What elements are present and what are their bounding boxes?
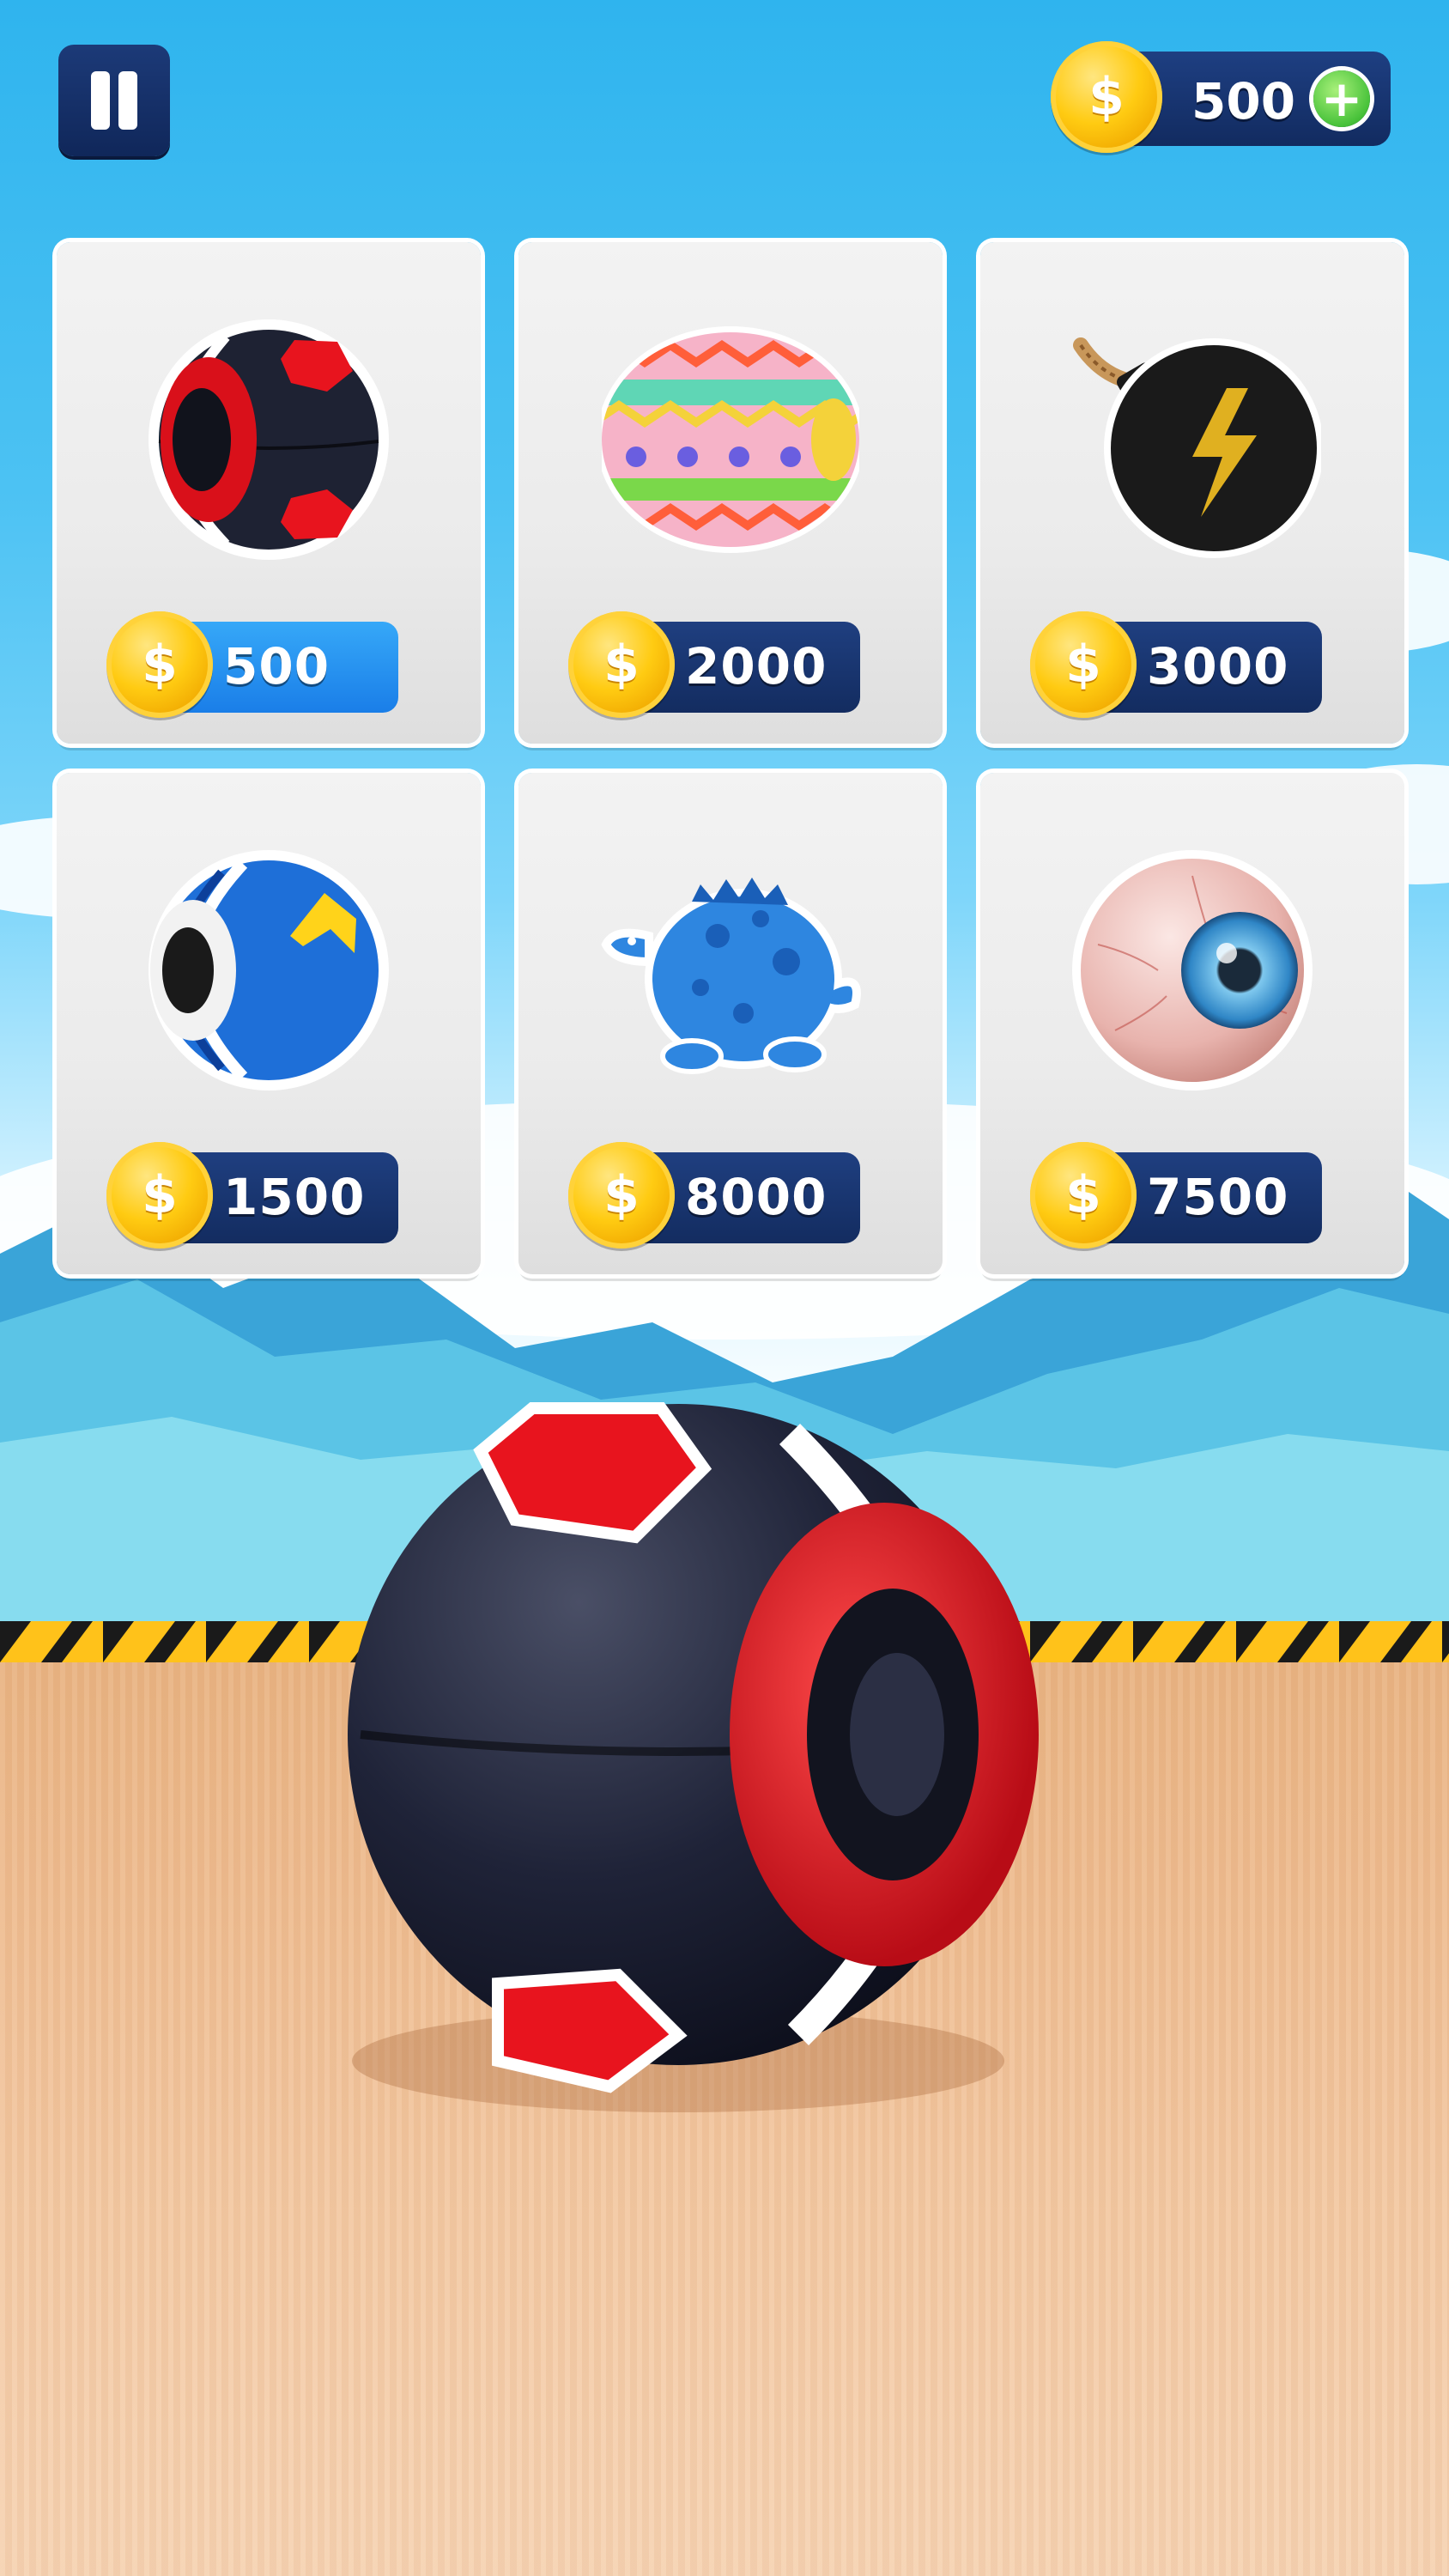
shop-item-black-red-ball[interactable]: $ 500 — [57, 242, 481, 744]
shop-item-blue-yellow-ball[interactable]: $ 1500 — [57, 773, 481, 1274]
price-tag: $ 8000 — [568, 1142, 860, 1249]
shop-item-easter-egg-ball[interactable]: $ 2000 — [518, 242, 943, 744]
price-tag: $ 1500 — [106, 1142, 398, 1249]
eyeball-icon — [1072, 850, 1313, 1091]
price-value: 8000 — [685, 1168, 828, 1226]
easter-egg-icon — [602, 326, 859, 553]
price-value: 7500 — [1147, 1168, 1289, 1226]
price-value: 3000 — [1147, 637, 1289, 696]
coin-balance: 500 — [1191, 72, 1296, 131]
selected-ball-preview — [348, 1402, 1039, 2112]
price-value: 2000 — [685, 637, 828, 696]
coin-icon: $ — [106, 611, 213, 718]
coin-icon: $ — [1030, 1142, 1137, 1249]
price-value: 1500 — [223, 1168, 366, 1226]
shop-item-dinosaur-ball[interactable]: $ 8000 — [518, 773, 943, 1274]
dinosaur-icon — [601, 878, 861, 1074]
coin-icon: $ — [1030, 611, 1137, 718]
pause-icon — [91, 71, 110, 130]
add-coins-button[interactable]: + — [1313, 70, 1370, 127]
coin-icon: $ — [1051, 41, 1162, 153]
bomb-icon — [1073, 337, 1321, 558]
coin-icon: $ — [568, 611, 675, 718]
shop-item-bomb-ball[interactable]: $ 3000 — [980, 242, 1404, 744]
price-tag: $ 7500 — [1030, 1142, 1322, 1249]
price-tag: $ 500 — [106, 611, 398, 718]
price-value: 500 — [223, 637, 330, 696]
price-tag: $ 2000 — [568, 611, 860, 718]
coin-balance-panel: $ 500 + — [1051, 41, 1391, 153]
blue-yellow-ball-icon — [149, 850, 389, 1091]
black-red-ball-icon — [149, 319, 389, 560]
coin-icon: $ — [106, 1142, 213, 1249]
price-tag: $ 3000 — [1030, 611, 1322, 718]
coin-icon: $ — [568, 1142, 675, 1249]
pause-button[interactable] — [58, 45, 170, 156]
shop-item-eyeball-ball[interactable]: $ 7500 — [980, 773, 1404, 1274]
